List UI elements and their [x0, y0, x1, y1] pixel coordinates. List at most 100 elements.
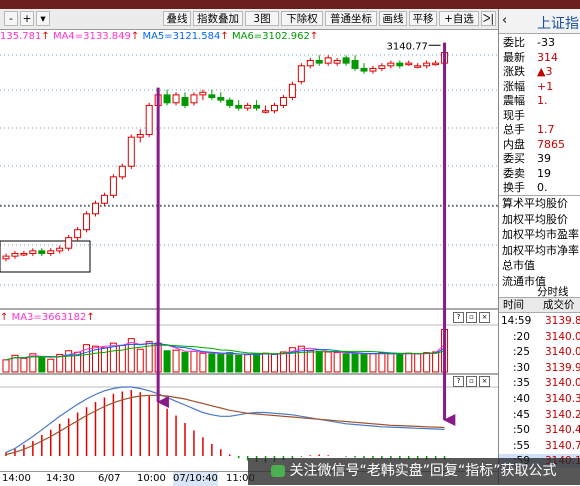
volume-bar: [226, 352, 234, 373]
candle-body: [154, 94, 162, 106]
candle-body: [244, 104, 252, 109]
candle-body: [297, 65, 305, 83]
volume-bar: [414, 353, 422, 373]
tick-time: :40: [513, 393, 530, 405]
tick-price: 3140.2: [545, 408, 580, 421]
ex-rights-button[interactable]: 下除权: [281, 11, 323, 26]
volume-bar: [74, 351, 82, 373]
volume-ma3-value: MA3=3663182: [11, 312, 87, 323]
volume-bar: [20, 357, 28, 373]
candle-body: [333, 60, 341, 64]
index-overlay-button[interactable]: 指数叠加: [193, 11, 243, 26]
overlay-button[interactable]: 叠线: [163, 11, 191, 26]
zoom-in-button[interactable]: +: [20, 11, 34, 26]
candle-body: [83, 213, 91, 231]
tick-time: :50: [513, 424, 530, 437]
candle-body: [387, 62, 395, 67]
stat-label: 加权平均股价: [502, 212, 568, 226]
prev-arrow-icon[interactable]: ‹: [502, 13, 507, 28]
divider: [499, 195, 580, 196]
time-label: 07/10:40: [173, 472, 218, 486]
panel-close-icon[interactable]: ×: [479, 312, 490, 323]
tick-time: :55: [513, 439, 530, 452]
watermark-text: 关注微信号“老韩实盘”回复“指标”获取公式: [289, 463, 557, 479]
quote-panel: ‹ 上证指 委比 -33 最新 314 涨跌 ▲3 涨幅 +1 震幅 1. 现手 总手 1.7 内盘 786…: [498, 9, 580, 485]
tick-row[interactable]: :40 3140.3: [499, 392, 580, 406]
candle-body: [172, 94, 180, 104]
tick-row[interactable]: :30 3139.9: [499, 361, 580, 375]
time-label: 6/07: [98, 473, 121, 484]
tick-price: 3140.4: [545, 424, 580, 437]
pan-button[interactable]: 平移: [409, 11, 437, 26]
volume-bar: [154, 342, 162, 373]
candle-body: [235, 104, 243, 109]
ma3-value: 135.781: [0, 31, 42, 42]
collapse-button[interactable]: ᐳ|: [481, 11, 496, 26]
tick-row[interactable]: :55 3140.7: [499, 439, 580, 453]
volume-bar: [423, 352, 431, 373]
tick-price: 3140.0: [545, 377, 580, 390]
volume-bar: [405, 352, 413, 373]
tick-row[interactable]: :25 3140.0: [499, 345, 580, 359]
panel-close-icon[interactable]: ×: [479, 376, 490, 387]
tick-time: :35: [513, 377, 530, 390]
stat-label: 算术平均股价: [502, 197, 568, 210]
ma4-value: MA4=3133.849: [52, 31, 131, 42]
panel-option-icon[interactable]: ?: [453, 376, 464, 387]
up-arrow-icon: ↑: [86, 312, 95, 323]
zoom-out-button[interactable]: -: [4, 11, 18, 26]
volume-bar: [136, 348, 144, 373]
wechat-icon: [271, 465, 286, 477]
up-arrow-icon: ↑: [309, 31, 319, 42]
tick-row[interactable]: 14:59 3139.8: [499, 314, 580, 328]
candle-body: [414, 65, 422, 68]
coordinate-button[interactable]: 普通坐标: [325, 11, 377, 26]
tick-row[interactable]: :20 3140.0: [499, 330, 580, 344]
volume-bar: [235, 354, 243, 373]
highlight-box: [0, 240, 91, 273]
candle-body: [56, 247, 64, 252]
time-label: 14:30: [46, 473, 75, 484]
zoom-dropdown-button[interactable]: ▾: [36, 11, 50, 26]
price-grid: [0, 54, 498, 388]
volume-bar: [351, 352, 359, 373]
volume-ma-line: [5, 344, 445, 361]
volume-bar: [172, 349, 180, 373]
volume-bar: [208, 353, 216, 373]
tick-time: :45: [513, 408, 530, 421]
tick-price: 3140.0: [545, 346, 580, 359]
tick-row[interactable]: :35 3140.0: [499, 376, 580, 390]
candle-body: [109, 176, 117, 196]
add-watchlist-button[interactable]: +自选: [439, 11, 479, 26]
volume-bar: [288, 347, 296, 373]
panel-restore-icon[interactable]: ▫: [466, 312, 477, 323]
candle-body: [315, 60, 323, 64]
stock-title: 上证指: [537, 16, 579, 32]
volume-bar: [199, 352, 207, 373]
tick-row[interactable]: :45 3140.2: [499, 408, 580, 422]
panel-option-icon[interactable]: ?: [453, 312, 464, 323]
draw-line-button[interactable]: 画线: [379, 11, 407, 26]
chart-canvas[interactable]: 3140.77: [0, 0, 498, 485]
candle-body: [279, 97, 287, 106]
volume-bar: [11, 354, 19, 373]
ma5-value: MA5=3121.584: [142, 31, 221, 42]
candle-body: [118, 165, 126, 178]
chart-toolbar: - + ▾ 叠线 指数叠加 3图 下除权 普通坐标 画线 平移 +自选 ᐳ|: [0, 9, 498, 30]
three-chart-button[interactable]: 3图: [245, 11, 279, 26]
stat-label: 加权平均市盈率: [502, 228, 579, 241]
quote-label: 涨幅: [503, 79, 525, 93]
volume-bar: [244, 354, 252, 373]
candle-body: [199, 91, 207, 96]
watermark-banner: 关注微信号“老韩实盘”回复“指标”获取公式: [248, 458, 580, 485]
candle-body: [20, 252, 28, 256]
volume-bar: [396, 353, 404, 373]
volume-bar: [253, 353, 261, 373]
panel-restore-icon[interactable]: ▫: [466, 376, 477, 387]
volume-bar: [181, 351, 189, 373]
tick-price: 3140.7: [545, 439, 580, 452]
tick-row[interactable]: :50 3140.4: [499, 423, 580, 437]
candle-body: [38, 250, 46, 254]
volume-ma-line: [5, 343, 445, 361]
quote-value: 0.: [537, 181, 548, 194]
